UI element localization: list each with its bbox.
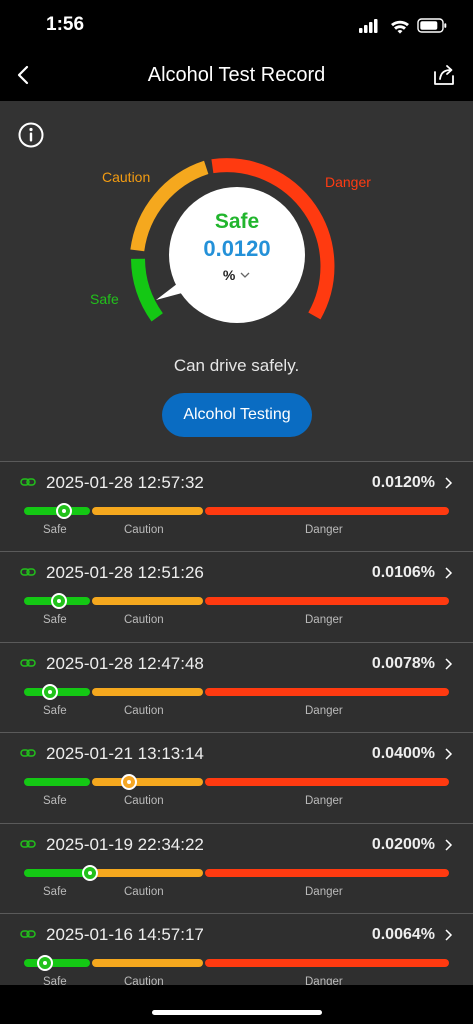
home-area: [0, 985, 473, 1024]
bar-label-danger: Danger: [305, 975, 343, 985]
chevron-right-icon: [445, 839, 453, 851]
level-marker: [50, 593, 67, 610]
share-icon[interactable]: [429, 60, 459, 90]
bar-safe: [24, 778, 90, 787]
record-row[interactable]: 2025-01-21 13:13:14 0.0400% Safe Caution Dan…: [0, 732, 473, 822]
link-icon: [20, 568, 36, 577]
chevron-right-icon: [445, 929, 453, 941]
bar-caution: [92, 507, 203, 515]
gauge-arc-safe: [131, 258, 163, 322]
bar-label-caution: Caution: [124, 614, 164, 627]
record-value: 0.0064%: [371, 925, 435, 943]
bar-label-caution: Caution: [124, 975, 164, 985]
link-icon: [20, 478, 36, 486]
record-datetime: 2025-01-28 12:47:48: [46, 653, 204, 673]
gauge-value: 0.0120: [203, 236, 271, 261]
bar-caution: [92, 687, 203, 696]
chevron-right-icon: [445, 748, 453, 760]
bar-safe: [24, 958, 90, 967]
level-marker: [41, 683, 58, 700]
bar-label-safe: Safe: [43, 524, 67, 536]
bar-danger: [205, 958, 449, 967]
level-marker: [55, 503, 72, 519]
link-icon: [20, 930, 36, 938]
alcohol-testing-button[interactable]: Alcohol Testing: [162, 393, 312, 437]
bar-danger: [205, 687, 449, 696]
advice-text: Can drive safely.: [173, 356, 300, 375]
bar-danger: [205, 597, 449, 606]
record-value: 0.0200%: [371, 835, 435, 853]
link-icon: [20, 749, 36, 757]
record-value: 0.0078%: [371, 654, 435, 672]
info-icon[interactable]: [17, 121, 45, 149]
bar-caution: [92, 778, 203, 787]
bar-label-safe: Safe: [43, 614, 67, 627]
bar-label-danger: Danger: [305, 704, 343, 717]
bar-label-caution: Caution: [124, 524, 164, 536]
bar-label-caution: Caution: [124, 885, 164, 898]
bar-caution: [92, 868, 203, 877]
bar-label-danger: Danger: [305, 885, 343, 898]
bar-label-caution: Caution: [124, 795, 164, 808]
bar-label-safe: Safe: [43, 795, 67, 808]
level-marker: [82, 864, 98, 881]
nav-bar: Alcohol Test Record: [0, 50, 473, 102]
bar-safe: [24, 868, 90, 877]
link-icon: [20, 839, 36, 848]
home-indicator[interactable]: [152, 1010, 322, 1015]
unit-selector[interactable]: %: [223, 267, 251, 283]
record-value: 0.0106%: [371, 564, 435, 582]
status-icons: [359, 18, 447, 34]
bar-label-safe: Safe: [43, 704, 67, 717]
record-datetime: 2025-01-28 12:57:32: [46, 473, 204, 492]
bar-label-safe: Safe: [43, 885, 67, 898]
bar-label-danger: Danger: [305, 795, 343, 808]
gauge-status: Safe: [214, 210, 260, 233]
bar-caution: [92, 597, 203, 606]
link-icon: [20, 659, 36, 667]
chevron-right-icon: [445, 477, 453, 489]
page-title: Alcohol Test Record: [147, 64, 326, 86]
record-row[interactable]: 2025-01-19 22:34:22 0.0200% Safe Caution Dan…: [0, 822, 473, 913]
chevron-right-icon: [445, 567, 453, 579]
bar-danger: [205, 778, 449, 787]
bar-label-danger: Danger: [305, 524, 343, 536]
battery-icon: [417, 18, 447, 33]
signal-icon: [359, 19, 378, 33]
record-datetime: 2025-01-19 22:34:22: [46, 834, 204, 854]
bar-label-danger: Danger: [305, 614, 343, 627]
chevron-down-icon: [240, 272, 250, 278]
record-value: 0.0120%: [371, 474, 435, 491]
wifi-icon: [391, 20, 409, 34]
record-row[interactable]: 2025-01-28 12:47:48 0.0078% Safe Caution Dan…: [0, 641, 473, 732]
chevron-right-icon: [445, 658, 453, 670]
record-row[interactable]: 2025-01-28 12:51:26 0.0106% Safe Caution Dan…: [0, 551, 473, 641]
record-row[interactable]: 2025-01-16 14:57:17 0.0064% Safe Caution Dan…: [0, 912, 473, 985]
level-marker: [121, 774, 137, 791]
record-datetime: 2025-01-16 14:57:17: [46, 924, 204, 944]
bar-danger: [205, 507, 449, 515]
record-datetime: 2025-01-21 13:13:14: [46, 744, 204, 764]
bar-caution: [92, 958, 203, 967]
bar-label-caution: Caution: [124, 704, 164, 717]
gauge-section: Caution Danger Safe Safe 0.0120 % Can dr…: [0, 101, 473, 461]
unit-label: %: [222, 267, 236, 283]
bar-danger: [205, 868, 449, 877]
records-list: 2025-01-28 12:57:32 0.0120% Safe Caution Dan…: [0, 461, 473, 985]
status-time: 1:56: [46, 14, 85, 35]
record-value: 0.0400%: [371, 745, 435, 763]
gauge-readout: Safe 0.0120 %: [169, 187, 305, 323]
bar-label-safe: Safe: [43, 975, 67, 985]
record-row[interactable]: 2025-01-28 12:57:32 0.0120% Safe Caution Dan…: [0, 461, 473, 551]
status-bar: 1:56: [0, 0, 473, 50]
record-datetime: 2025-01-28 12:51:26: [46, 563, 204, 583]
level-marker: [37, 954, 54, 971]
